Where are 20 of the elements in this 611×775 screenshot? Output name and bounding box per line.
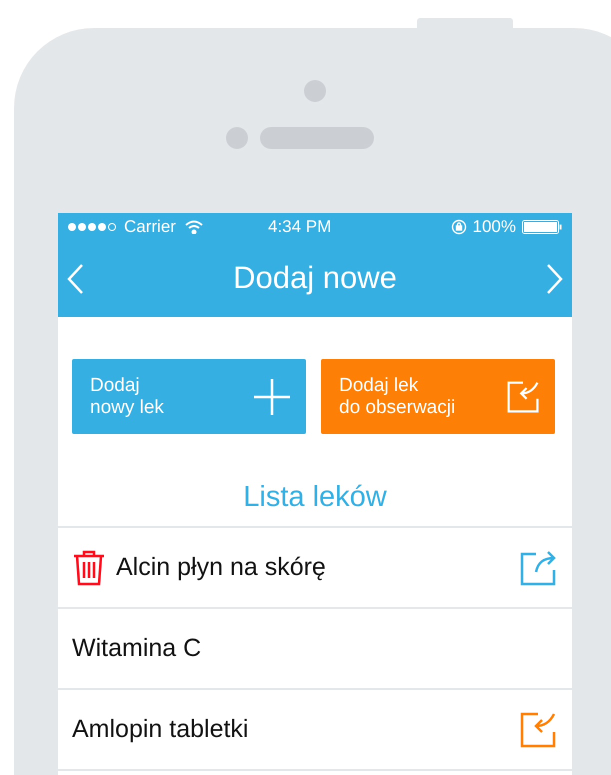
wifi-icon (184, 220, 204, 234)
clock-time: 4:34 PM (268, 216, 332, 238)
carrier-label: Carrier (124, 216, 176, 238)
signal-icon (68, 222, 116, 230)
list-title: Lista leków (243, 480, 387, 514)
forward-chevron-icon[interactable] (546, 262, 564, 294)
rotation-lock-icon (450, 218, 467, 234)
medicine-name: Amlopin tabletki (72, 714, 248, 745)
medicine-name: Witamina C (72, 632, 202, 664)
screen-title: Dodaj nowe (233, 259, 397, 298)
import-icon[interactable] (505, 378, 541, 414)
medicine-row[interactable]: Alcin płyn na skórę (58, 526, 572, 607)
battery-icon (522, 220, 562, 234)
battery-percent: 100% (472, 216, 516, 238)
medicine-row[interactable]: Amlopin tabletki (58, 688, 572, 769)
plus-icon (252, 376, 292, 416)
back-chevron-icon[interactable] (66, 262, 84, 294)
medicine-name: Alcin płyn na skórę (116, 552, 326, 583)
medicine-row[interactable]: Witamina C (58, 607, 572, 688)
trash-icon[interactable] (72, 550, 106, 586)
